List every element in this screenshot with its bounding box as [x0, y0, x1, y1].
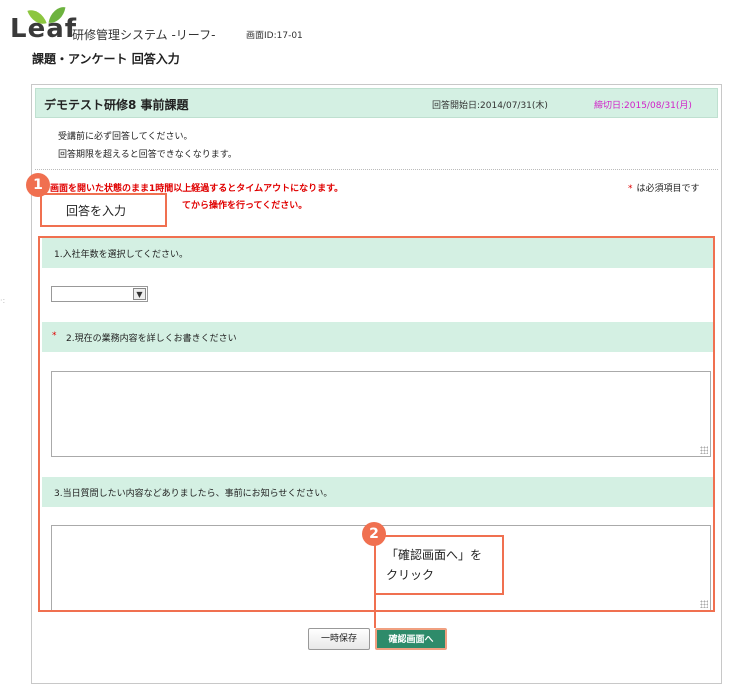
- deadline-date: 締切日:2015/08/31(月): [594, 101, 692, 111]
- card-header: デモテスト研修8 事前課題 回答開始日:2014/07/31(木) 締切日:20…: [35, 88, 718, 118]
- side-decoration: ·:: [0, 296, 6, 305]
- confirm-button[interactable]: 確認画面へ: [375, 628, 447, 650]
- answer-start-date: 回答開始日:2014/07/31(木): [432, 101, 548, 111]
- required-note: * は必須項目です: [628, 181, 700, 194]
- required-mark: *: [628, 184, 633, 194]
- annotation-callout: 回答を入力: [40, 193, 167, 227]
- system-title: 研修管理システム -リーフ-: [72, 28, 216, 42]
- screen-id: 画面ID:17-01: [246, 31, 303, 41]
- save-draft-button[interactable]: 一時保存: [308, 628, 370, 650]
- course-title: デモテスト研修8 事前課題: [44, 98, 189, 112]
- timeout-warning: てから操作を行ってください。: [182, 201, 308, 211]
- leaf-logo: Leaf: [10, 4, 76, 44]
- notice-text: 受講前に必ず回答してください。: [58, 132, 193, 142]
- annotation-callout: 「確認画面へ」を クリック: [374, 535, 504, 595]
- step-badge: 1: [26, 173, 50, 197]
- required-note-text: は必須項目です: [636, 184, 700, 194]
- logo-text: Leaf: [10, 14, 78, 44]
- callout-line: 「確認画面へ」を: [386, 548, 483, 562]
- callout-line: クリック: [386, 568, 435, 582]
- divider: [35, 169, 718, 170]
- page-title: 課題・アンケート 回答入力: [32, 52, 180, 66]
- notice-text: 回答期限を超えると回答できなくなります。: [58, 150, 237, 160]
- step-badge: 2: [362, 522, 386, 546]
- annotation-connector: [374, 595, 376, 628]
